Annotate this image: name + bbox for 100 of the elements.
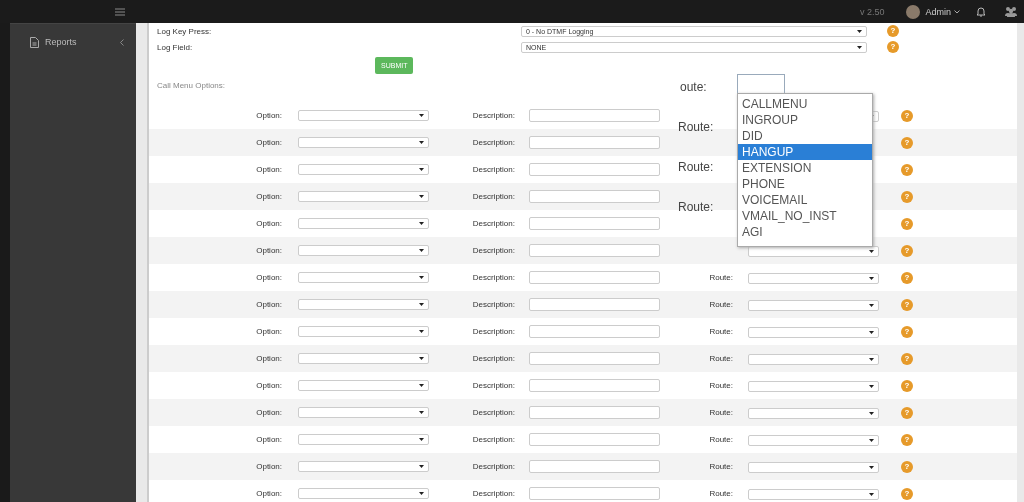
field-label: Option: [255, 246, 282, 255]
dropdown-option[interactable]: PHONE [738, 176, 872, 192]
users-icon[interactable] [1004, 6, 1018, 17]
chevron-icon[interactable] [120, 38, 124, 46]
input-field[interactable] [529, 136, 660, 149]
help-icon[interactable]: ? [901, 433, 913, 446]
caret-icon [869, 357, 874, 361]
select-field[interactable] [748, 299, 879, 311]
field-label: Description: [471, 246, 515, 255]
bell-icon[interactable] [976, 6, 986, 17]
select-field[interactable] [748, 461, 879, 473]
help-icon[interactable]: ? [901, 379, 913, 392]
help-icon[interactable]: ? [901, 136, 913, 149]
select-field[interactable] [748, 434, 879, 446]
select-field[interactable] [298, 326, 429, 337]
field-label: Description: [471, 435, 515, 444]
select-field[interactable] [298, 191, 429, 202]
select-field[interactable] [748, 488, 879, 500]
select-field[interactable] [748, 353, 879, 365]
field-label: Description: [471, 111, 515, 120]
input-field[interactable] [529, 163, 660, 176]
caret-icon[interactable] [954, 9, 960, 14]
help-icon[interactable]: ? [887, 25, 899, 37]
input-field[interactable] [529, 190, 660, 203]
help-icon[interactable]: ? [901, 406, 913, 419]
field-label: Description: [471, 138, 515, 147]
help-icon[interactable]: ? [901, 352, 913, 365]
input-field[interactable] [529, 433, 660, 446]
select-field[interactable] [298, 461, 429, 472]
select-field[interactable] [298, 380, 429, 391]
input-field[interactable] [529, 379, 660, 392]
field-label: Option: [255, 219, 282, 228]
field-label: Route: [708, 381, 733, 390]
dropdown-option[interactable]: CALLMENU [738, 96, 872, 112]
help-icon[interactable]: ? [887, 41, 899, 53]
select-field[interactable] [298, 164, 429, 175]
select-field[interactable] [298, 137, 429, 148]
field-label: Option: [255, 381, 282, 390]
dropdown-option[interactable]: DID [738, 128, 872, 144]
select-field[interactable] [298, 272, 429, 283]
select-field[interactable] [298, 218, 429, 229]
input-field[interactable] [529, 217, 660, 230]
input-field[interactable] [529, 244, 660, 257]
field-label: Route: [708, 489, 733, 498]
input-field[interactable] [529, 271, 660, 284]
help-icon[interactable]: ? [901, 190, 913, 203]
dropdown-option[interactable]: VMAIL_NO_INST [738, 208, 872, 224]
input-field[interactable] [529, 406, 660, 419]
caret-icon [419, 438, 424, 441]
select-field[interactable] [298, 353, 429, 364]
help-icon[interactable]: ? [901, 298, 913, 311]
help-icon[interactable]: ? [901, 217, 913, 230]
dropdown-option[interactable]: AGI [738, 224, 872, 240]
field-label: Route: [678, 200, 714, 214]
dropdown-option[interactable]: INGROUP [738, 112, 872, 128]
dropdown-option[interactable]: VOICEMAIL [738, 192, 872, 208]
field-label: Option: [255, 327, 282, 336]
help-icon[interactable]: ? [901, 271, 913, 284]
select-field[interactable] [298, 245, 429, 256]
select-field[interactable] [748, 380, 879, 392]
input-field[interactable] [529, 298, 660, 311]
help-icon[interactable]: ? [901, 487, 913, 500]
avatar-icon[interactable] [906, 4, 921, 19]
select-field[interactable] [298, 488, 429, 499]
select-field[interactable] [298, 434, 429, 445]
caret-icon [419, 195, 424, 198]
select-field[interactable] [748, 407, 879, 419]
field-label: Option: [255, 165, 282, 174]
caret-icon [419, 303, 424, 306]
input-field[interactable] [529, 352, 660, 365]
caret-icon [419, 222, 424, 225]
field-label: Option: [255, 408, 282, 417]
select-field[interactable] [748, 245, 879, 257]
caret-icon [419, 168, 424, 171]
field-label: Route: [708, 408, 733, 417]
caret-icon [869, 465, 874, 469]
user-menu[interactable]: Admin [925, 6, 951, 17]
field-label: Description: [471, 354, 515, 363]
help-icon[interactable]: ? [901, 325, 913, 338]
caret-icon [869, 384, 874, 388]
select-field[interactable] [298, 407, 429, 418]
select-field[interactable] [748, 326, 879, 338]
sidebar-item[interactable]: Reports [45, 37, 120, 47]
help-icon[interactable]: ? [901, 109, 913, 122]
menu-icon[interactable] [115, 7, 125, 16]
select-field[interactable] [298, 299, 429, 310]
input-field[interactable] [529, 325, 660, 338]
dropdown-option[interactable]: EXTENSION [738, 160, 872, 176]
dropdown-option[interactable]: HANGUP [738, 144, 872, 160]
input-field[interactable] [529, 487, 660, 500]
input-field[interactable] [529, 460, 660, 473]
help-icon[interactable]: ? [901, 244, 913, 257]
field-label: Route: [708, 300, 733, 309]
field-label: oute: [680, 80, 707, 94]
input-field[interactable] [529, 109, 660, 122]
select-field[interactable] [748, 272, 879, 284]
help-icon[interactable]: ? [901, 460, 913, 473]
select-field[interactable] [298, 110, 429, 121]
document-icon [30, 36, 39, 48]
help-icon[interactable]: ? [901, 163, 913, 176]
